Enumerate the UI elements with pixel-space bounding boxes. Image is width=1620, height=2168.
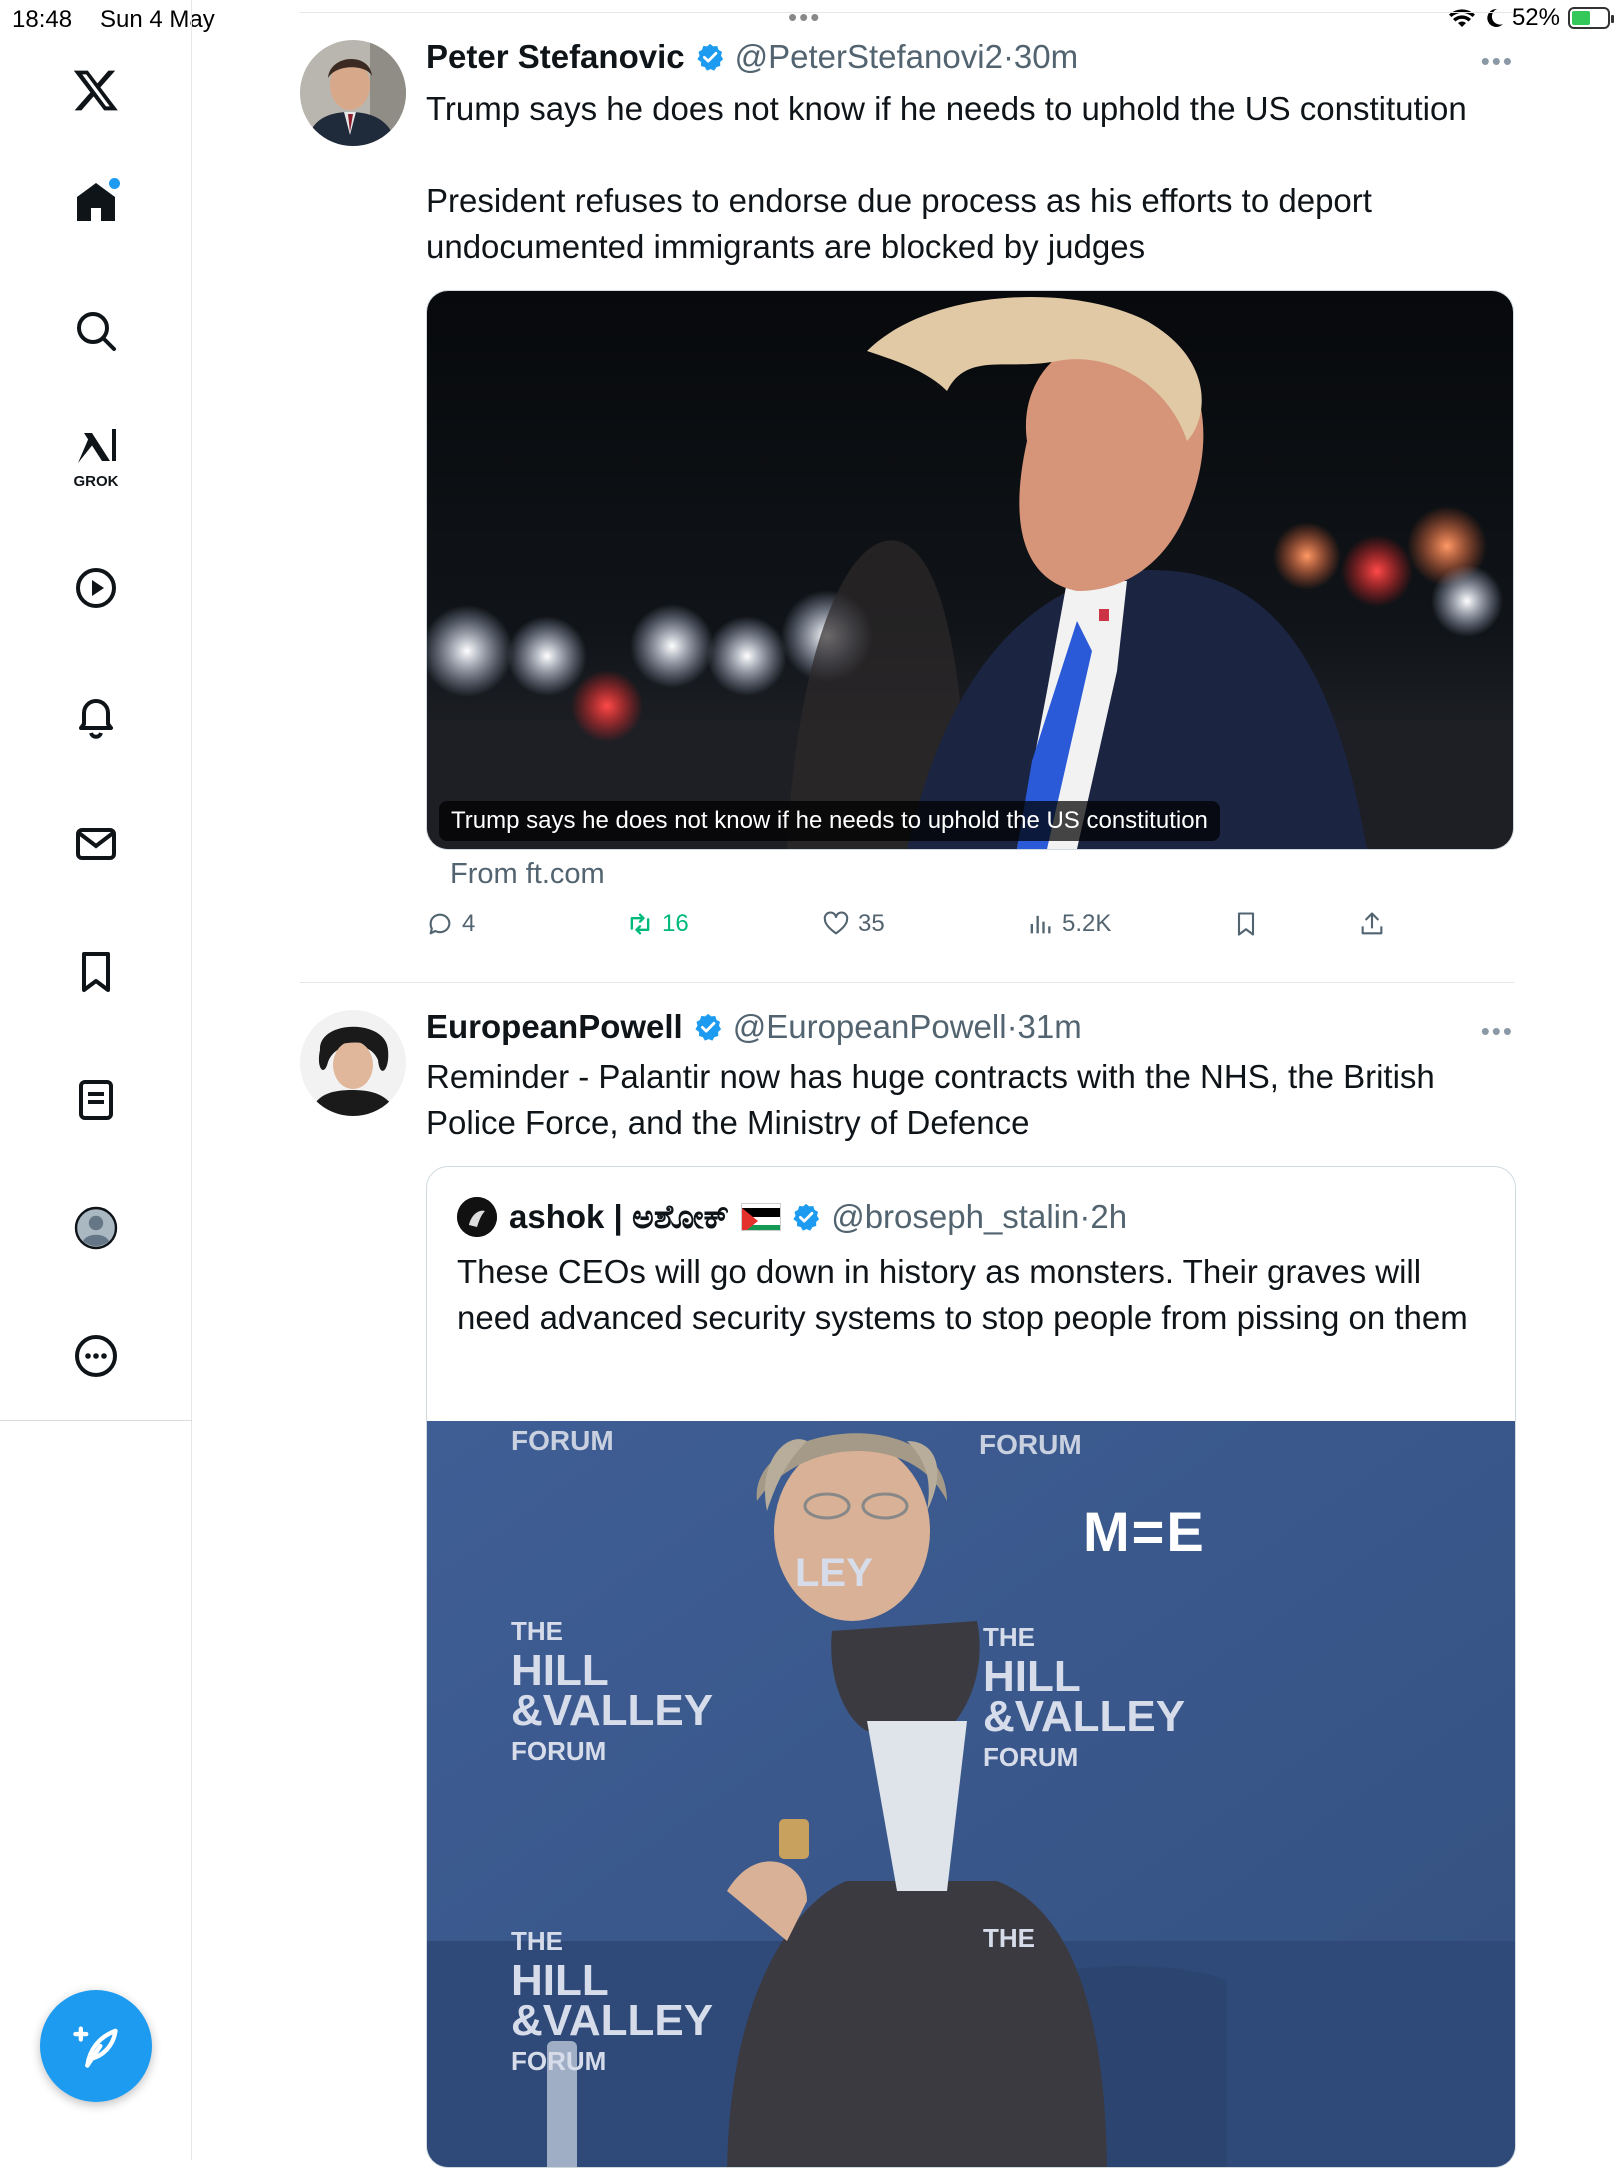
backdrop-text: FORUM — [979, 1429, 1082, 1460]
share-button[interactable] — [1358, 910, 1386, 938]
tweet-header: Peter Stefanovic @PeterStefanovi2 ·30m — [426, 38, 1078, 76]
unread-dot — [109, 178, 120, 189]
more-options-icon[interactable]: ••• — [1481, 1016, 1514, 1047]
link-source[interactable]: From ft.com — [450, 858, 605, 891]
verified-badge-icon — [793, 1203, 820, 1231]
profile-icon[interactable] — [70, 1202, 122, 1254]
reply-icon — [429, 913, 451, 935]
tweet[interactable]: Peter Stefanovic @PeterStefanovi2 ·30m •… — [300, 38, 1514, 960]
bookmark-button[interactable] — [1232, 910, 1260, 938]
status-indicators: 52% — [1448, 4, 1614, 32]
messages-icon[interactable] — [70, 818, 122, 870]
tweet-text: Reminder - Palantir now has huge contrac… — [426, 1058, 1435, 1141]
quoted-tweet-time[interactable]: ·2h — [1079, 1198, 1127, 1236]
quoted-author-handle[interactable]: @broseph_stalin — [831, 1198, 1079, 1236]
notifications-icon[interactable] — [70, 690, 122, 742]
home-icon[interactable] — [70, 176, 122, 228]
grok-label: GROK — [73, 473, 119, 490]
tweet-text: Trump says he does not know if he needs … — [426, 90, 1467, 265]
quoted-video[interactable]: FORUM FORUM LEY THE HILL &VALLEY FORUM T… — [427, 1421, 1515, 2167]
photo-trump — [427, 291, 1513, 849]
retweet-count: 16 — [662, 910, 689, 937]
backdrop-text: LEY — [795, 1551, 873, 1595]
share-icon — [1361, 912, 1383, 935]
palestine-flag-icon — [741, 1203, 782, 1231]
more-icon[interactable] — [70, 1330, 122, 1382]
bookmark-icon — [1237, 912, 1255, 936]
moon-icon — [1487, 8, 1503, 27]
x-logo-icon[interactable] — [70, 64, 122, 116]
video-icon[interactable] — [70, 562, 122, 614]
quoted-tweet-text: These CEOs will go down in history as mo… — [457, 1253, 1468, 1336]
multitasking-dots-icon[interactable]: ••• — [788, 2, 821, 33]
tweet-time[interactable]: ·30m — [1003, 38, 1078, 76]
quoted-tweet-header: ashok | ಅಶೋಕ್ @broseph_stalin ·2h — [457, 1197, 1127, 1237]
views-chart-icon — [1030, 915, 1051, 934]
battery-percent: 52% — [1511, 4, 1560, 31]
views-button[interactable]: 5.2K — [1026, 910, 1111, 938]
mee-watermark: M=E — [1083, 1500, 1206, 1563]
more-options-icon[interactable]: ••• — [1481, 46, 1514, 77]
reply-count: 4 — [462, 910, 476, 937]
battery-level — [1572, 11, 1590, 25]
search-icon[interactable] — [70, 305, 122, 357]
verified-badge-icon — [695, 1013, 721, 1041]
author-handle[interactable]: @PeterStefanovi2 — [735, 38, 1003, 76]
like-count: 35 — [858, 910, 885, 937]
backdrop-logo: THE HILL &VALLEY FORUM — [983, 1622, 1186, 1772]
avatar[interactable] — [300, 1010, 406, 1116]
quoted-avatar[interactable] — [457, 1197, 497, 1237]
tweet-actions: 4 16 35 5.2K — [426, 910, 1506, 950]
compose-button[interactable] — [40, 1990, 152, 2102]
avatar[interactable] — [300, 40, 406, 146]
compose-feather-icon — [73, 2026, 118, 2068]
tweet[interactable]: EuropeanPowell @EuropeanPowell ·31m ••• … — [300, 1008, 1516, 2168]
quoted-author-name[interactable]: ashok | ಅಶೋಕ್ — [509, 1198, 729, 1237]
backdrop-logo: THE HILL &VALLEY FORUM — [511, 1616, 714, 1766]
tweet-time[interactable]: ·31m — [1007, 1008, 1082, 1046]
quoted-tweet[interactable]: ashok | ಅಶೋಕ್ @broseph_stalin ·2h These … — [426, 1166, 1516, 2168]
status-bar: 18:48 Sun 4 May ••• 52% — [0, 0, 1620, 40]
author-name[interactable]: Peter Stefanovic — [426, 38, 685, 76]
media-caption: Trump says he does not know if he needs … — [439, 801, 1220, 841]
backdrop-logo: THE HILL &VALLEY FORUM — [511, 1926, 714, 2076]
bookmarks-icon[interactable] — [70, 946, 122, 998]
like-button[interactable]: 35 — [822, 910, 885, 938]
verified-badge-icon — [696, 43, 723, 71]
wifi-icon — [1448, 9, 1475, 27]
grok-icon[interactable]: GROK — [70, 428, 122, 490]
tweet-header: EuropeanPowell @EuropeanPowell ·31m — [426, 1008, 1082, 1046]
view-count: 5.2K — [1062, 910, 1112, 937]
author-name[interactable]: EuropeanPowell — [426, 1008, 683, 1046]
link-card-image[interactable]: Trump says he does not know if he needs … — [426, 290, 1514, 850]
reply-button[interactable]: 4 — [426, 910, 475, 938]
backdrop-text: FORUM — [511, 1425, 614, 1456]
lists-icon[interactable] — [70, 1074, 122, 1126]
heart-icon — [823, 911, 849, 935]
backdrop-text: THE — [983, 1923, 1035, 1953]
battery-icon — [1568, 7, 1614, 29]
sidebar: GROK — [0, 0, 192, 2160]
retweet-icon — [630, 913, 650, 935]
retweet-button[interactable]: 16 — [626, 910, 689, 938]
author-handle[interactable]: @EuropeanPowell — [733, 1008, 1007, 1046]
